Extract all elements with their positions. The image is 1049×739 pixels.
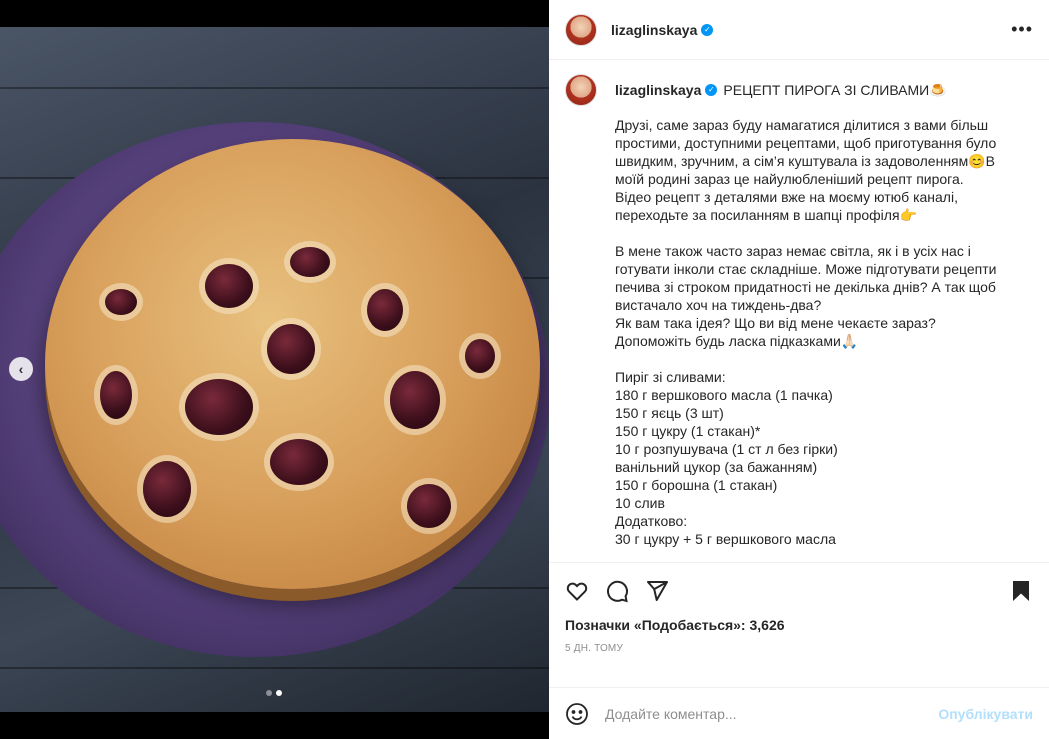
publish-button[interactable]: Опублікувати [938,706,1033,722]
caption-text: Друзі, саме зараз буду намагатися ділити… [615,117,997,547]
emoji-icon[interactable] [565,702,589,726]
caption-avatar[interactable] [565,74,597,106]
carousel-dots [266,690,282,696]
avatar[interactable] [565,13,597,46]
heart-icon[interactable] [565,579,589,603]
bookmark-icon[interactable] [1009,579,1033,603]
caption-title: РЕЦЕПТ ПИРОГА ЗІ СЛИВАМИ🍮 [723,82,947,98]
caption-username[interactable]: lizaglinskaya [615,81,701,99]
caption-area: lizaglinskaya ✓ РЕЦЕПТ ПИРОГА ЗІ СЛИВАМИ… [549,60,1049,562]
pie [45,139,540,589]
post-header: lizaglinskaya ✓ ••• [549,0,1049,60]
post-date[interactable]: 5 дн. тому [565,643,1033,654]
author-username[interactable]: lizaglinskaya [611,22,697,38]
chevron-left-icon: ‹ [18,361,24,377]
verified-icon: ✓ [705,84,718,96]
likes-count[interactable]: Позначки «Подобається»: 3,626 [565,617,1033,633]
caption: lizaglinskaya ✓ РЕЦЕПТ ПИРОГА ЗІ СЛИВАМИ… [565,74,1033,562]
paper-plane-icon[interactable] [645,579,669,603]
post-actions: Позначки «Подобається»: 3,626 5 дн. тому [549,562,1049,687]
verified-icon: ✓ [701,23,714,36]
comment-bar: Опублікувати [549,687,1049,739]
comment-input[interactable] [605,705,939,722]
more-icon[interactable]: ••• [1011,19,1033,40]
carousel-dot-active [276,690,282,696]
post-media: ‹ [0,0,549,739]
post-modal: ‹ lizaglinskaya ✓ ••• lizaglinskaya ✓ РЕ… [0,0,1049,739]
carousel-dot [266,690,272,696]
carousel-prev-button[interactable]: ‹ [9,357,33,381]
post-photo [0,27,549,712]
comment-icon[interactable] [605,579,629,603]
post-sidebar: lizaglinskaya ✓ ••• lizaglinskaya ✓ РЕЦЕ… [549,0,1049,739]
